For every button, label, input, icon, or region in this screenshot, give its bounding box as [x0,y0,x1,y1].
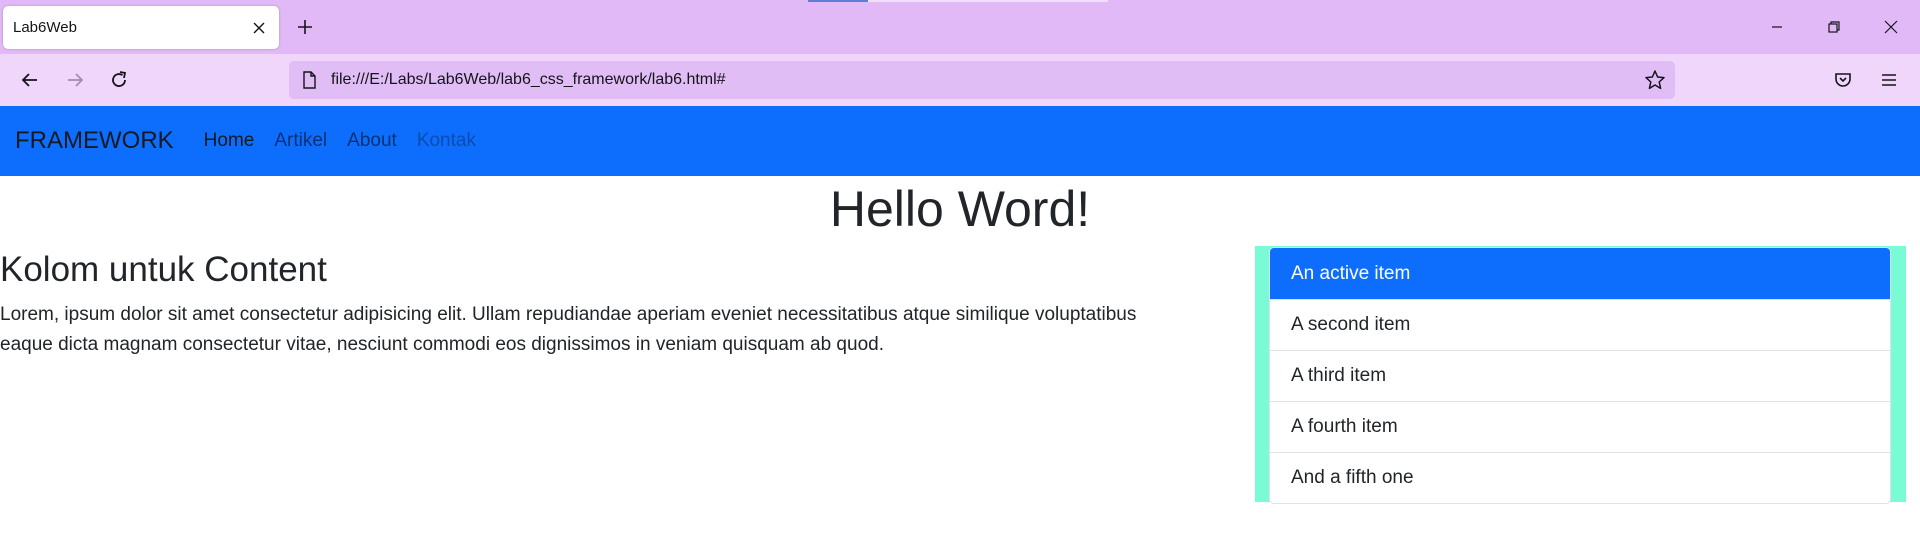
content-paragraph: Lorem, ipsum dolor sit amet consectetur … [0,300,1220,360]
list-item[interactable]: And a fifth one [1270,452,1890,503]
list-item[interactable]: A fourth item [1270,401,1890,452]
bookmark-star-icon[interactable] [1643,68,1667,92]
reload-icon [112,71,127,87]
restore-button[interactable] [1819,12,1849,42]
close-icon [1884,20,1898,34]
nav-link-artikel[interactable]: Artikel [274,130,327,152]
back-button[interactable] [15,65,45,95]
browser-tab-bar: Lab6Web [0,0,1920,54]
content-paragraph-line: eaque dicta magnam consectetur vitae, ne… [0,334,884,355]
nav-link-about[interactable]: About [347,130,397,152]
close-icon[interactable] [249,18,269,38]
site-navbar: FRAMEWORK Home Artikel About Kontak [0,106,1920,176]
loading-track [868,0,1108,2]
hamburger-menu-icon [1882,74,1896,86]
content-heading: Kolom untuk Content [0,250,327,289]
nav-link-home[interactable]: Home [204,130,255,152]
list-item[interactable]: A third item [1270,350,1890,401]
list-item[interactable]: A second item [1270,299,1890,350]
nav-link-kontak: Kontak [416,130,476,151]
close-window-button[interactable] [1876,12,1906,42]
list-item[interactable]: An active item [1270,248,1890,299]
pocket-icon [1835,73,1851,87]
restore-icon [1828,21,1840,33]
loading-indicator [808,0,868,2]
arrow-left-icon [21,73,37,87]
tab-title: Lab6Web [13,19,77,36]
arrow-right-icon [68,73,84,87]
minimize-icon [1772,26,1782,28]
sidebar-column: An active item A second item A third ite… [1255,246,1906,504]
content-column: Kolom untuk Content Lorem, ipsum dolor s… [0,248,1220,360]
minimize-button[interactable] [1762,12,1792,42]
navbar-brand[interactable]: FRAMEWORK [15,127,174,155]
hero-heading: Hello Word! [829,181,1091,237]
browser-tab[interactable]: Lab6Web [3,6,279,49]
page-icon [299,70,319,90]
content-paragraph-line: Lorem, ipsum dolor sit amet consectetur … [0,304,1137,325]
reload-button[interactable] [104,65,134,95]
menu-button[interactable] [1874,65,1904,95]
plus-icon [298,20,312,34]
url-text[interactable]: file:///E:/Labs/Lab6Web/lab6_css_framewo… [331,71,726,89]
pocket-button[interactable] [1828,65,1858,95]
list-group: An active item A second item A third ite… [1269,247,1891,504]
forward-button[interactable] [60,65,90,95]
new-tab-button[interactable] [292,14,318,40]
address-bar[interactable]: file:///E:/Labs/Lab6Web/lab6_css_framewo… [289,61,1675,99]
